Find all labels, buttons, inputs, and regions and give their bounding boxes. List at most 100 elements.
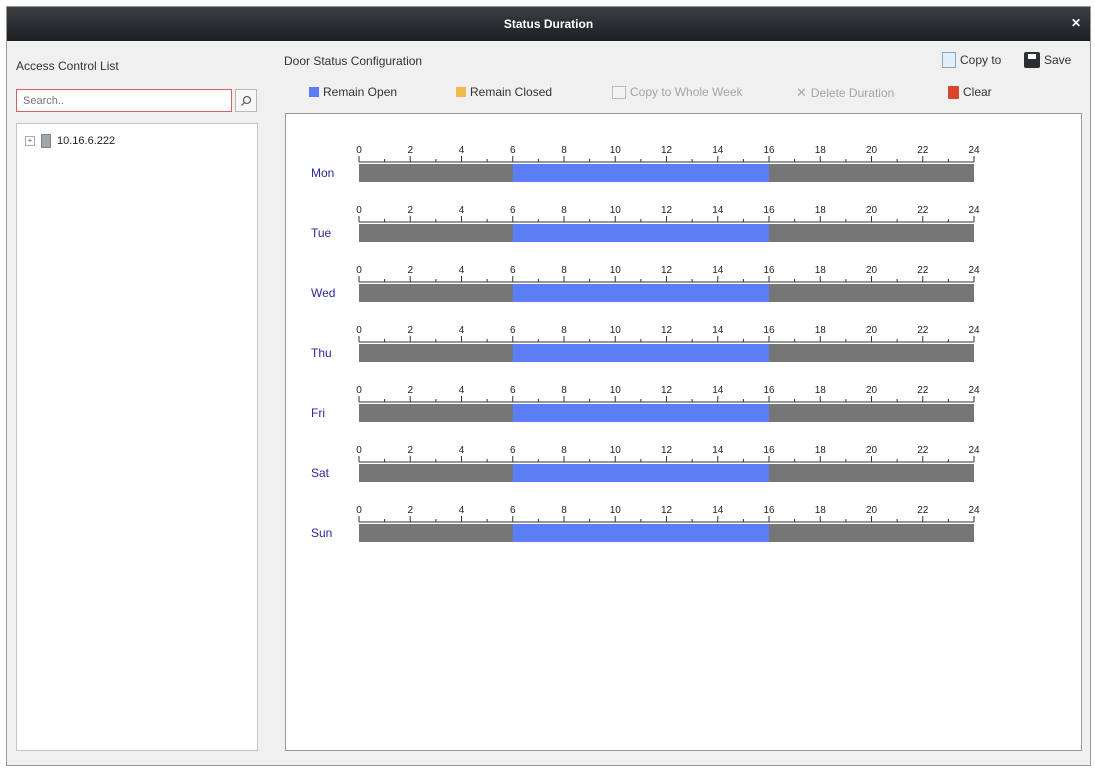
tick-label: 22 xyxy=(917,145,929,156)
day-row[interactable]: Fri0 2 4 6 8 10 12 14 16 18 20 22 24 xyxy=(311,385,980,422)
remain-open-swatch-icon xyxy=(309,87,319,97)
tick-label: 10 xyxy=(610,385,622,396)
tick-label: 14 xyxy=(712,325,724,336)
tick-label: 14 xyxy=(712,445,724,456)
device-tree: + 10.16.6.222 xyxy=(16,123,258,751)
duration-segment-remain_open[interactable] xyxy=(512,344,769,362)
tick-label: 10 xyxy=(610,325,622,336)
day-row[interactable]: Wed0 2 4 6 8 10 12 14 16 18 20 22 24 xyxy=(311,265,980,302)
copy-icon xyxy=(942,52,956,68)
tick-label: 24 xyxy=(968,325,980,336)
tick-label: 24 xyxy=(968,265,980,276)
search-input[interactable] xyxy=(16,89,232,112)
tick-label: 22 xyxy=(917,385,929,396)
tick-label: 0 xyxy=(356,385,362,396)
tick-label: 2 xyxy=(407,205,413,216)
day-row[interactable]: Sun0 2 4 6 8 10 12 14 16 18 20 22 24 xyxy=(311,505,980,542)
tick-label: 0 xyxy=(356,445,362,456)
remain-closed-button[interactable]: Remain Closed xyxy=(456,85,552,99)
tick-label: 14 xyxy=(712,205,724,216)
tick-label: 22 xyxy=(917,205,929,216)
save-button[interactable]: Save xyxy=(1024,52,1071,68)
copy-to-whole-week-button[interactable]: Copy to Whole Week xyxy=(612,85,743,99)
tick-label: 12 xyxy=(661,145,673,156)
tick-label: 6 xyxy=(510,325,516,336)
schedule-panel: Mon 0 2 4 6 8 10 12 14 16 18 20 22 24 Tue 0 2 4 6 8 10 12 14 16… xyxy=(285,113,1082,751)
delete-icon: ✕ xyxy=(796,85,807,100)
expand-icon[interactable]: + xyxy=(25,136,35,146)
tick-label: 0 xyxy=(356,205,362,216)
clear-button[interactable]: Clear xyxy=(948,85,992,99)
day-label: Wed xyxy=(311,286,335,300)
tick-label: 4 xyxy=(459,325,465,336)
duration-segment-remain_open[interactable] xyxy=(512,524,769,542)
tick-label: 20 xyxy=(866,265,878,276)
close-icon[interactable]: ✕ xyxy=(1068,15,1084,31)
tick-label: 18 xyxy=(815,145,827,156)
tick-label: 18 xyxy=(815,445,827,456)
tick-label: 24 xyxy=(968,385,980,396)
delete-duration-label: Delete Duration xyxy=(810,86,895,100)
tick-label: 4 xyxy=(459,145,465,156)
tick-label: 8 xyxy=(561,445,567,456)
tree-item-device[interactable]: + 10.16.6.222 xyxy=(25,134,115,148)
tick-label: 14 xyxy=(712,505,724,516)
title-bar: Status Duration ✕ xyxy=(7,7,1090,41)
day-row[interactable]: Mon0 2 4 6 8 10 12 14 16 18 20 22 24 xyxy=(311,145,980,182)
tick-label: 12 xyxy=(661,385,673,396)
tick-label: 18 xyxy=(815,265,827,276)
tick-label: 20 xyxy=(866,325,878,336)
duration-segment-remain_open[interactable] xyxy=(512,464,769,482)
search-button[interactable] xyxy=(235,89,257,112)
day-row[interactable]: Thu0 2 4 6 8 10 12 14 16 18 20 22 24 xyxy=(311,325,980,362)
day-label: Sat xyxy=(311,466,330,480)
tick-label: 6 xyxy=(510,505,516,516)
trash-icon xyxy=(948,85,959,99)
tick-label: 10 xyxy=(610,505,622,516)
tree-item-label: 10.16.6.222 xyxy=(57,135,116,147)
tick-label: 14 xyxy=(712,265,724,276)
tick-label: 18 xyxy=(815,505,827,516)
tick-label: 0 xyxy=(356,325,362,336)
tick-label: 2 xyxy=(407,445,413,456)
tick-label: 18 xyxy=(815,385,827,396)
window-title: Status Duration xyxy=(503,17,594,31)
weekly-schedule[interactable]: Mon0 2 4 6 8 10 12 14 16 18 20 22 24Tue0 2 4 6 8 10 12 14 16… xyxy=(286,114,1081,750)
remain-open-button[interactable]: Remain Open xyxy=(309,85,397,99)
tick-label: 20 xyxy=(866,145,878,156)
remain-open-label: Remain Open xyxy=(323,85,398,99)
tick-label: 4 xyxy=(459,205,465,216)
tick-label: 8 xyxy=(561,325,567,336)
duration-segment-remain_open[interactable] xyxy=(512,404,769,422)
delete-duration-button[interactable]: ✕ Delete Duration xyxy=(796,85,894,101)
tick-label: 22 xyxy=(917,265,929,276)
day-row[interactable]: Sat0 2 4 6 8 10 12 14 16 18 20 22 24 xyxy=(311,445,980,482)
remain-closed-label: Remain Closed xyxy=(470,85,553,99)
day-row[interactable]: Tue0 2 4 6 8 10 12 14 16 18 20 22 24 xyxy=(311,205,980,242)
remain-closed-swatch-icon xyxy=(456,87,466,97)
duration-segment-remain_open[interactable] xyxy=(512,284,769,302)
day-label: Tue xyxy=(311,226,332,240)
duration-segment-remain_open[interactable] xyxy=(512,164,769,182)
tick-label: 12 xyxy=(661,445,673,456)
tick-label: 24 xyxy=(968,205,980,216)
copy-to-whole-week-label: Copy to Whole Week xyxy=(630,85,743,99)
day-label: Fri xyxy=(311,406,325,420)
tick-label: 2 xyxy=(407,325,413,336)
tick-label: 10 xyxy=(610,265,622,276)
tick-label: 8 xyxy=(561,205,567,216)
tick-label: 12 xyxy=(661,505,673,516)
tick-label: 16 xyxy=(763,325,775,336)
tick-label: 10 xyxy=(610,205,622,216)
tick-label: 20 xyxy=(866,445,878,456)
copy-to-button[interactable]: Copy to xyxy=(942,52,1001,68)
tick-label: 6 xyxy=(510,265,516,276)
duration-segment-remain_open[interactable] xyxy=(512,224,769,242)
day-label: Sun xyxy=(311,526,332,540)
tick-label: 6 xyxy=(510,205,516,216)
tick-label: 16 xyxy=(763,445,775,456)
save-icon xyxy=(1024,52,1040,68)
tick-label: 20 xyxy=(866,385,878,396)
tick-label: 4 xyxy=(459,505,465,516)
save-label: Save xyxy=(1044,53,1072,67)
